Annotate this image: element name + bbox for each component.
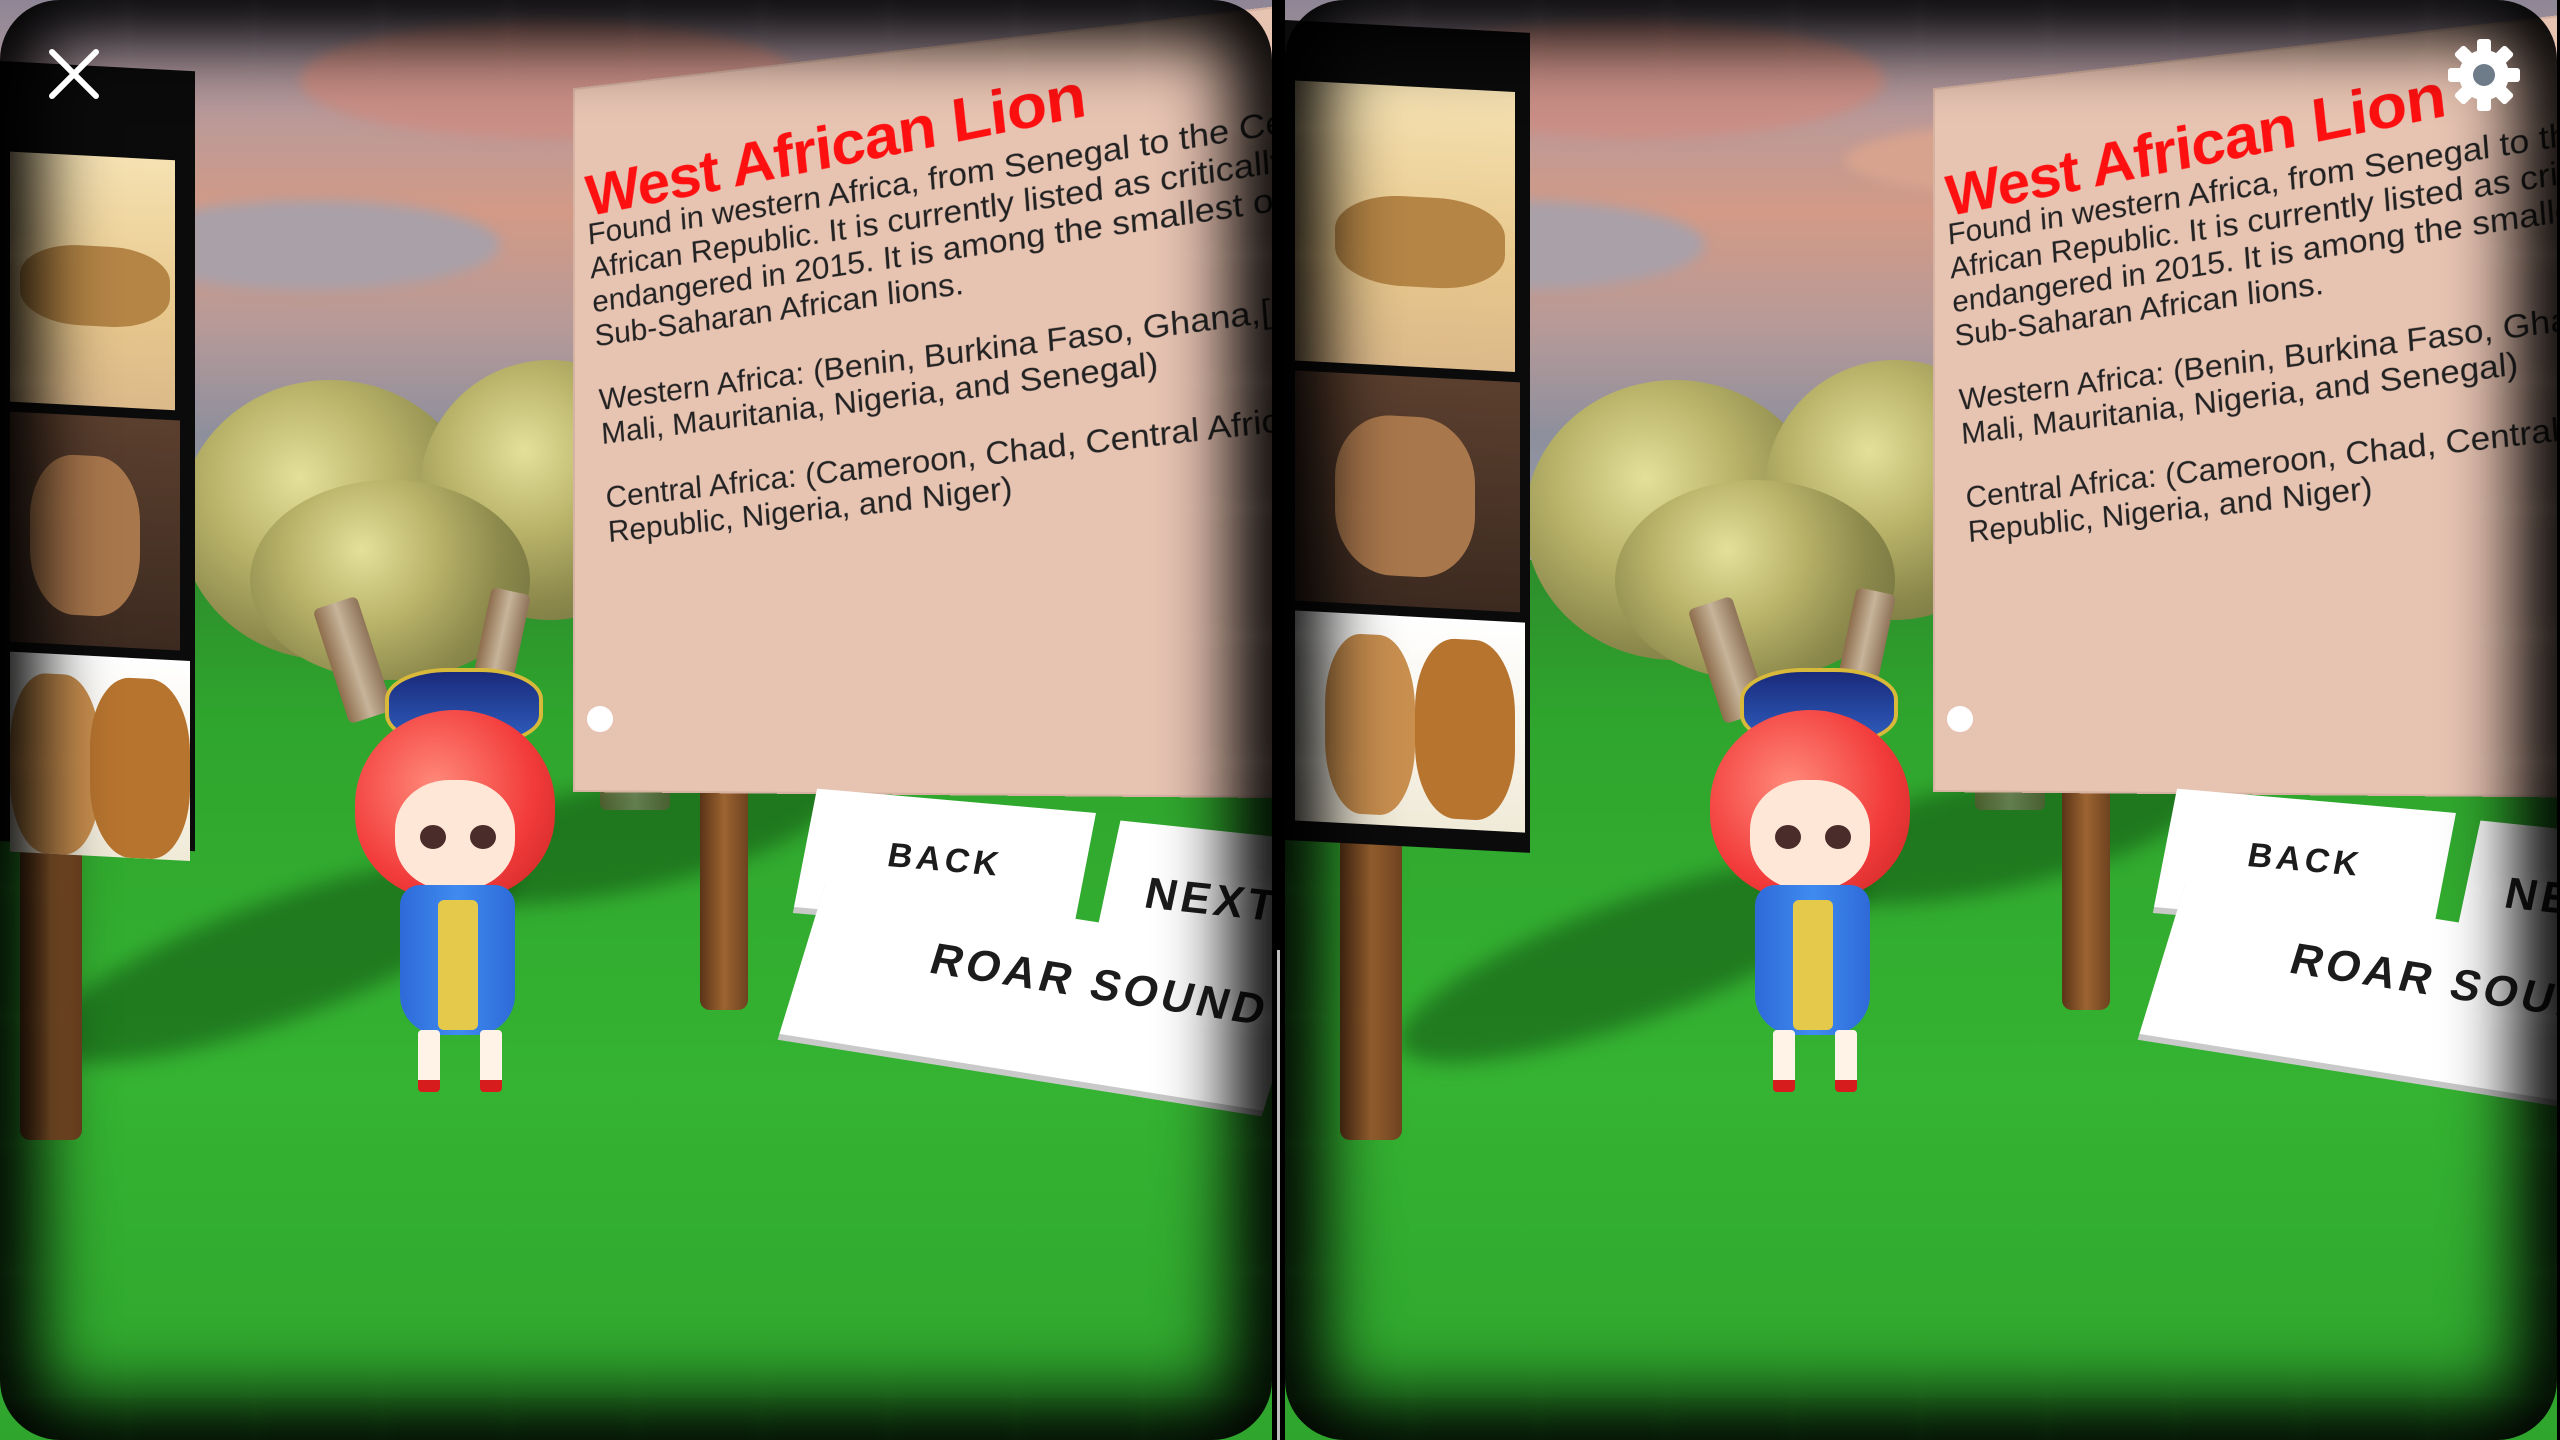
lion-photo-3 <box>10 651 190 862</box>
roar-sound-button-label: ROAR SOUND <box>924 934 1272 1036</box>
photo-board <box>1285 20 1530 853</box>
board-post <box>20 830 82 1140</box>
close-icon[interactable] <box>44 44 104 104</box>
gaze-reticle <box>587 706 613 732</box>
lion-photo-2 <box>1295 370 1520 613</box>
lion-photo-3 <box>1295 610 1525 833</box>
divider-line <box>1277 950 1280 1440</box>
chibi-character <box>1705 650 1925 1092</box>
info-sign: West African Lion Found in western Afric… <box>1935 0 2557 797</box>
board-post <box>1340 830 1402 1140</box>
sign-post <box>700 770 748 1010</box>
scene: West African Lion Found in western Afric… <box>0 0 1272 1440</box>
vr-left-eye-view: West African Lion Found in western Afric… <box>0 0 1272 1440</box>
sign-post <box>2062 770 2110 1010</box>
info-sign: West African Lion Found in western Afric… <box>575 0 1272 797</box>
gaze-reticle <box>1947 706 1973 732</box>
gear-icon[interactable] <box>2447 38 2521 112</box>
lion-photo-2 <box>10 411 180 651</box>
lion-photo-1 <box>1295 80 1515 373</box>
chibi-character <box>350 650 570 1092</box>
photo-board <box>0 60 195 862</box>
roar-sound-button-label: ROAR SOUND <box>2284 934 2557 1036</box>
vr-right-eye-view: West African Lion Found in western Afric… <box>1285 0 2557 1440</box>
scene: West African Lion Found in western Afric… <box>1285 0 2557 1440</box>
lion-photo-1 <box>10 151 175 411</box>
